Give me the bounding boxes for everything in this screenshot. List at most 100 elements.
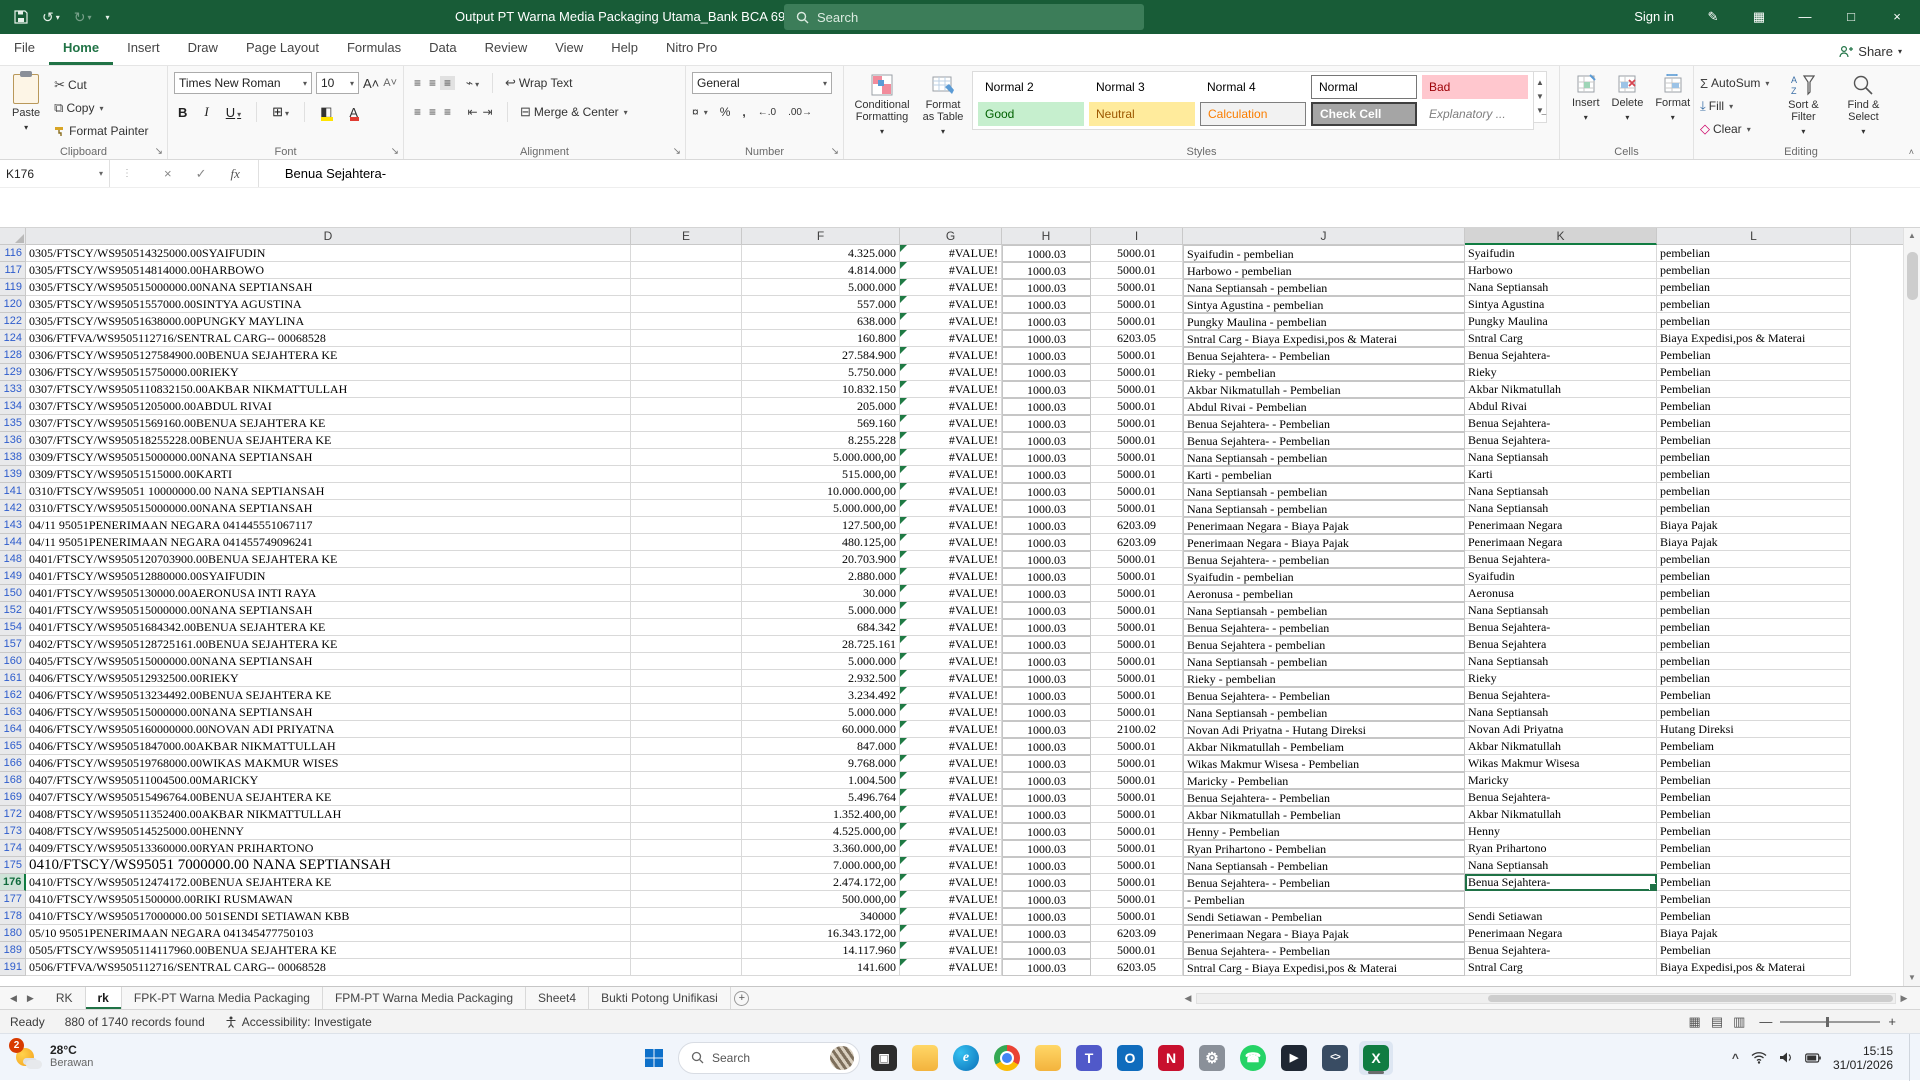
cell[interactable] (631, 653, 742, 670)
cell[interactable]: 5000.01 (1091, 636, 1183, 653)
taskbar-search-box[interactable]: Search (678, 1041, 860, 1074)
copy-button[interactable]: ⧉ Copy (54, 98, 148, 118)
cell[interactable] (631, 449, 742, 466)
cell[interactable]: 1000.03 (1002, 755, 1091, 772)
media-player-icon[interactable]: ▶ (1277, 1041, 1311, 1075)
scroll-up-icon[interactable]: ▲ (1908, 228, 1916, 244)
cell[interactable] (1851, 330, 1903, 347)
cell[interactable]: pembelian (1657, 568, 1851, 585)
cell[interactable]: Rieky (1465, 364, 1657, 381)
cell[interactable]: 0406/FTSCY/WS950519768000.00WIKAS MAKMUR… (26, 755, 631, 772)
zoom-out-button[interactable]: — (1759, 1014, 1772, 1029)
cell[interactable]: Syaifudin - pembelian (1183, 245, 1465, 262)
cell[interactable]: Nana Septiansah (1465, 279, 1657, 296)
cell[interactable] (631, 891, 742, 908)
cell[interactable]: Syaifudin - pembelian (1183, 568, 1465, 585)
clipboard-dialog-launcher-icon[interactable]: ↘ (155, 146, 163, 157)
sheet-nav-left-icon[interactable]: ◀ (10, 993, 17, 1004)
status-records-found[interactable]: 880 of 1740 records found (55, 1015, 215, 1029)
cell[interactable]: 0307/FTSCY/WS95051569160.00BENUA SEJAHTE… (26, 415, 631, 432)
cell[interactable]: pembelian (1657, 636, 1851, 653)
cell[interactable]: 5000.01 (1091, 908, 1183, 925)
cell[interactable]: 1000.03 (1002, 704, 1091, 721)
cell[interactable]: 0310/FTSCY/WS950515000000.00NANA SEPTIAN… (26, 500, 631, 517)
cell[interactable]: Benua Sejahtera- (1465, 551, 1657, 568)
cell[interactable]: Penerimaan Negara - Biaya Pajak (1183, 534, 1465, 551)
cell[interactable]: Aeronusa - pembelian (1183, 585, 1465, 602)
cell[interactable] (631, 585, 742, 602)
cell[interactable] (1851, 313, 1903, 330)
name-box[interactable]: K176 (0, 160, 110, 187)
cell[interactable]: 2.932.500 (742, 670, 900, 687)
cell[interactable] (631, 874, 742, 891)
cell[interactable]: 0410/FTSCY/WS95051500000.00RIKI RUSMAWAN (26, 891, 631, 908)
cell[interactable]: #VALUE! (900, 500, 1002, 517)
cell[interactable]: Rieky - pembelian (1183, 364, 1465, 381)
restore-button[interactable]: □ (1828, 0, 1874, 34)
cell[interactable]: pembelian (1657, 296, 1851, 313)
cell[interactable]: 1000.03 (1002, 738, 1091, 755)
cell[interactable]: Penerimaan Negara (1465, 534, 1657, 551)
cell[interactable]: Nana Septiansah (1465, 653, 1657, 670)
row-header[interactable]: 168 (0, 772, 26, 789)
cell[interactable]: 5.000.000 (742, 279, 900, 296)
align-center-icon[interactable]: ≡ (425, 105, 440, 119)
row-header[interactable]: 144 (0, 534, 26, 551)
cell[interactable]: 5000.01 (1091, 687, 1183, 704)
cancel-icon[interactable]: × (164, 166, 172, 181)
find-select-button[interactable]: Find & Select ▾ (1837, 71, 1889, 141)
row-header[interactable]: 173 (0, 823, 26, 840)
cell[interactable]: Nana Septiansah - pembelian (1183, 449, 1465, 466)
cell[interactable]: 5000.01 (1091, 364, 1183, 381)
ribbon-tab-review[interactable]: Review (471, 33, 542, 65)
cut-button[interactable]: ✂ Cut (54, 75, 148, 95)
cell[interactable]: 1000.03 (1002, 483, 1091, 500)
cell[interactable] (1851, 908, 1903, 925)
cell[interactable]: Benua Sejahtera- - Pembelian (1183, 347, 1465, 364)
cell[interactable]: #VALUE! (900, 568, 1002, 585)
formula-input[interactable]: Benua Sejahtera- (259, 160, 1920, 187)
cell[interactable]: 0410/FTSCY/WS950517000000.00 501SENDI SE… (26, 908, 631, 925)
file-explorer-icon[interactable] (908, 1041, 942, 1075)
cell[interactable]: 5000.01 (1091, 789, 1183, 806)
cell[interactable]: 1000.03 (1002, 432, 1091, 449)
row-header[interactable]: 150 (0, 585, 26, 602)
cell[interactable]: Benua Sejahtera- - Pembelian (1183, 942, 1465, 959)
align-left-icon[interactable]: ≡ (410, 105, 425, 119)
excel-icon[interactable]: X (1359, 1040, 1393, 1075)
cell[interactable]: 5000.01 (1091, 432, 1183, 449)
cell[interactable] (631, 432, 742, 449)
cell[interactable]: Nana Septiansah - pembelian (1183, 704, 1465, 721)
cell[interactable]: 5000.01 (1091, 398, 1183, 415)
cell[interactable]: 2100.02 (1091, 721, 1183, 738)
cell[interactable]: 1000.03 (1002, 585, 1091, 602)
cell[interactable]: 5000.01 (1091, 806, 1183, 823)
cell[interactable]: #VALUE! (900, 262, 1002, 279)
vertical-scroll-thumb[interactable] (1906, 252, 1918, 300)
row-header[interactable]: 191 (0, 959, 26, 976)
cell[interactable]: - Pembelian (1183, 891, 1465, 908)
pen-icon[interactable]: ✎ (1690, 0, 1736, 34)
row-header[interactable]: 164 (0, 721, 26, 738)
column-header-H[interactable]: H (1002, 228, 1091, 245)
cell[interactable]: 1.352.400,00 (742, 806, 900, 823)
share-button[interactable]: Share ▾ (1839, 44, 1920, 65)
enter-icon[interactable]: ✓ (196, 166, 207, 182)
active-cell[interactable]: Benua Sejahtera- (1465, 874, 1657, 891)
cell[interactable]: #VALUE! (900, 908, 1002, 925)
taskbar-clock[interactable]: 15:15 31/01/2026 (1833, 1044, 1893, 1072)
row-header[interactable]: 128 (0, 347, 26, 364)
cell[interactable]: Rieky (1465, 670, 1657, 687)
cell[interactable]: 1000.03 (1002, 534, 1091, 551)
title-search-box[interactable]: Search (784, 4, 1144, 30)
cell[interactable]: 04/11 95051PENERIMAAN NEGARA 04145574909… (26, 534, 631, 551)
cell[interactable]: 515.000,00 (742, 466, 900, 483)
cell[interactable]: Benua Sejahtera- - Pembelian (1183, 432, 1465, 449)
cell[interactable]: Karti (1465, 466, 1657, 483)
cell[interactable]: Penerimaan Negara - Biaya Pajak (1183, 517, 1465, 534)
cell[interactable]: 0409/FTSCY/WS950513360000.00RYAN PRIHART… (26, 840, 631, 857)
cell[interactable]: 684.342 (742, 619, 900, 636)
cell[interactable]: 0406/FTSCY/WS950513234492.00BENUA SEJAHT… (26, 687, 631, 704)
cell[interactable]: Akbar Nikmatullah - Pembelian (1183, 806, 1465, 823)
column-header-E[interactable]: E (631, 228, 742, 245)
